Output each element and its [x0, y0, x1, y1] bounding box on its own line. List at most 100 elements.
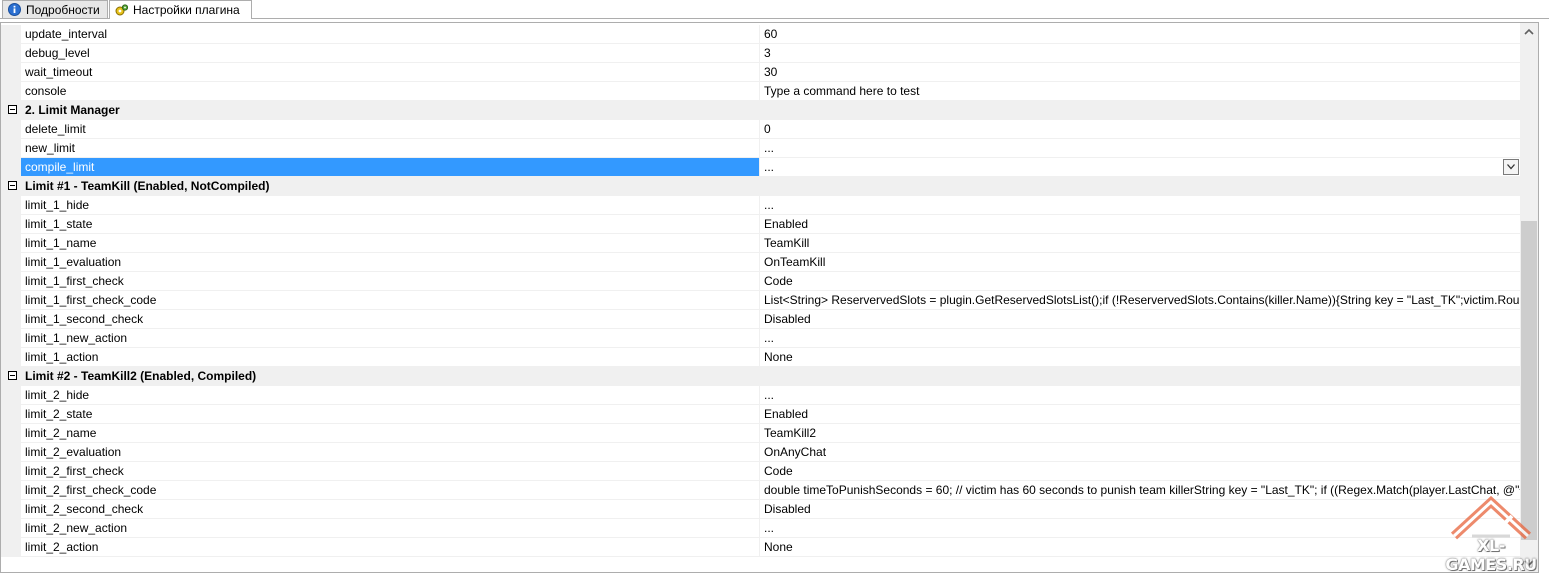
column-divider[interactable] [759, 405, 760, 424]
property-row[interactable]: limit_2_hide... [1, 386, 1520, 405]
collapse-icon[interactable] [8, 371, 17, 380]
property-value[interactable]: 3 [764, 44, 1520, 63]
column-divider[interactable] [759, 291, 760, 310]
property-value[interactable]: ... [764, 329, 1520, 348]
category-row[interactable]: 2. Limit Manager [1, 101, 1520, 120]
property-name[interactable]: limit_2_first_check_code [25, 481, 156, 500]
property-name[interactable]: limit_1_hide [25, 196, 89, 215]
column-divider[interactable] [759, 348, 760, 367]
property-row[interactable]: limit_1_evaluation OnTeamKill [1, 253, 1520, 272]
column-divider[interactable] [759, 158, 760, 177]
scroll-thumb[interactable] [1521, 221, 1537, 540]
property-value[interactable]: OnAnyChat [764, 443, 1520, 462]
property-name[interactable]: limit_2_evaluation [25, 443, 121, 462]
column-divider[interactable] [759, 215, 760, 234]
property-value[interactable]: Disabled [764, 310, 1520, 329]
property-row[interactable]: limit_2_first_check Code [1, 462, 1520, 481]
property-value[interactable]: 0 [764, 120, 1520, 139]
column-divider[interactable] [759, 253, 760, 272]
property-name[interactable]: compile_limit [25, 158, 94, 177]
property-row[interactable]: limit_1_new_action... [1, 329, 1520, 348]
column-divider[interactable] [759, 481, 760, 500]
property-value[interactable]: Enabled [764, 215, 1520, 234]
property-value[interactable]: ... [764, 519, 1520, 538]
property-row[interactable]: limit_2_evaluation OnAnyChat [1, 443, 1520, 462]
column-divider[interactable] [759, 386, 760, 405]
column-divider[interactable] [759, 310, 760, 329]
property-name[interactable]: limit_2_action [25, 538, 98, 557]
column-divider[interactable] [759, 443, 760, 462]
property-value[interactable]: TeamKill2 [764, 424, 1520, 443]
property-row[interactable]: limit_2_new_action... [1, 519, 1520, 538]
property-name[interactable]: update_interval [25, 25, 107, 44]
property-row[interactable]: new_limit... [1, 139, 1520, 158]
property-value[interactable]: Type a command here to test [764, 82, 1520, 101]
column-divider[interactable] [759, 139, 760, 158]
property-row[interactable]: limit_1_second_check Disabled [1, 310, 1520, 329]
property-name[interactable]: limit_2_hide [25, 386, 89, 405]
property-value[interactable]: None [764, 348, 1520, 367]
property-value[interactable]: double timeToPunishSeconds = 60; // vict… [764, 481, 1520, 500]
property-row[interactable]: update_interval 60 [1, 25, 1520, 44]
property-value[interactable]: ... [764, 386, 1520, 405]
property-row[interactable]: console Type a command here to test [1, 82, 1520, 101]
property-row[interactable]: limit_2_second_check Disabled [1, 500, 1520, 519]
property-row[interactable]: limit_1_name TeamKill [1, 234, 1520, 253]
column-divider[interactable] [759, 120, 760, 139]
property-row[interactable]: wait_timeout 30 [1, 63, 1520, 82]
column-divider[interactable] [759, 500, 760, 519]
property-name[interactable]: delete_limit [25, 120, 86, 139]
property-value[interactable]: Code [764, 462, 1520, 481]
property-value[interactable]: ... [764, 158, 1520, 177]
property-value[interactable]: TeamKill [764, 234, 1520, 253]
property-value[interactable]: List<String> ReservervedSlots = plugin.G… [764, 291, 1520, 310]
property-name[interactable]: wait_timeout [25, 63, 92, 82]
property-name[interactable]: limit_2_state [25, 405, 92, 424]
vertical-scrollbar[interactable] [1520, 23, 1538, 572]
column-divider[interactable] [759, 329, 760, 348]
category-row[interactable]: Limit #1 - TeamKill (Enabled, NotCompile… [1, 177, 1520, 196]
property-name[interactable]: limit_2_new_action [25, 519, 127, 538]
property-row[interactable]: compile_limit... [1, 158, 1520, 177]
property-value[interactable]: None [764, 538, 1520, 557]
property-name[interactable]: console [25, 82, 66, 101]
property-name[interactable]: debug_level [25, 44, 90, 63]
property-value[interactable]: ... [764, 139, 1520, 158]
property-row[interactable]: limit_1_first_check Code [1, 272, 1520, 291]
column-divider[interactable] [759, 63, 760, 82]
property-name[interactable]: limit_1_evaluation [25, 253, 121, 272]
collapse-icon[interactable] [8, 181, 17, 190]
property-name[interactable]: limit_1_second_check [25, 310, 143, 329]
tab-details[interactable]: Подробности [2, 0, 108, 18]
property-name[interactable]: limit_1_new_action [25, 329, 127, 348]
column-divider[interactable] [759, 538, 760, 557]
property-row[interactable]: limit_1_action None [1, 348, 1520, 367]
property-value[interactable]: Disabled [764, 500, 1520, 519]
property-name[interactable]: limit_1_first_check [25, 272, 124, 291]
property-value[interactable]: 60 [764, 25, 1520, 44]
column-divider[interactable] [759, 462, 760, 481]
column-divider[interactable] [759, 25, 760, 44]
property-row[interactable]: limit_1_first_check_code List<String> Res… [1, 291, 1520, 310]
property-row[interactable]: limit_2_name TeamKill2 [1, 424, 1520, 443]
property-row[interactable]: debug_level 3 [1, 44, 1520, 63]
property-name[interactable]: limit_2_name [25, 424, 96, 443]
property-value[interactable]: OnTeamKill [764, 253, 1520, 272]
column-divider[interactable] [759, 82, 760, 101]
column-divider[interactable] [759, 519, 760, 538]
property-name[interactable]: limit_1_name [25, 234, 96, 253]
scroll-up-button[interactable] [1520, 23, 1538, 40]
property-row[interactable]: delete_limit 0 [1, 120, 1520, 139]
property-row[interactable]: limit_1_hide... [1, 196, 1520, 215]
property-value[interactable]: 30 [764, 63, 1520, 82]
column-divider[interactable] [759, 234, 760, 253]
property-row[interactable]: limit_2_action None [1, 538, 1520, 557]
column-divider[interactable] [759, 196, 760, 215]
property-name[interactable]: limit_1_first_check_code [25, 291, 156, 310]
column-divider[interactable] [759, 44, 760, 63]
property-name[interactable]: limit_1_action [25, 348, 98, 367]
column-divider[interactable] [759, 424, 760, 443]
property-value[interactable]: Code [764, 272, 1520, 291]
property-name[interactable]: limit_1_state [25, 215, 92, 234]
property-row[interactable]: limit_2_state Enabled [1, 405, 1520, 424]
